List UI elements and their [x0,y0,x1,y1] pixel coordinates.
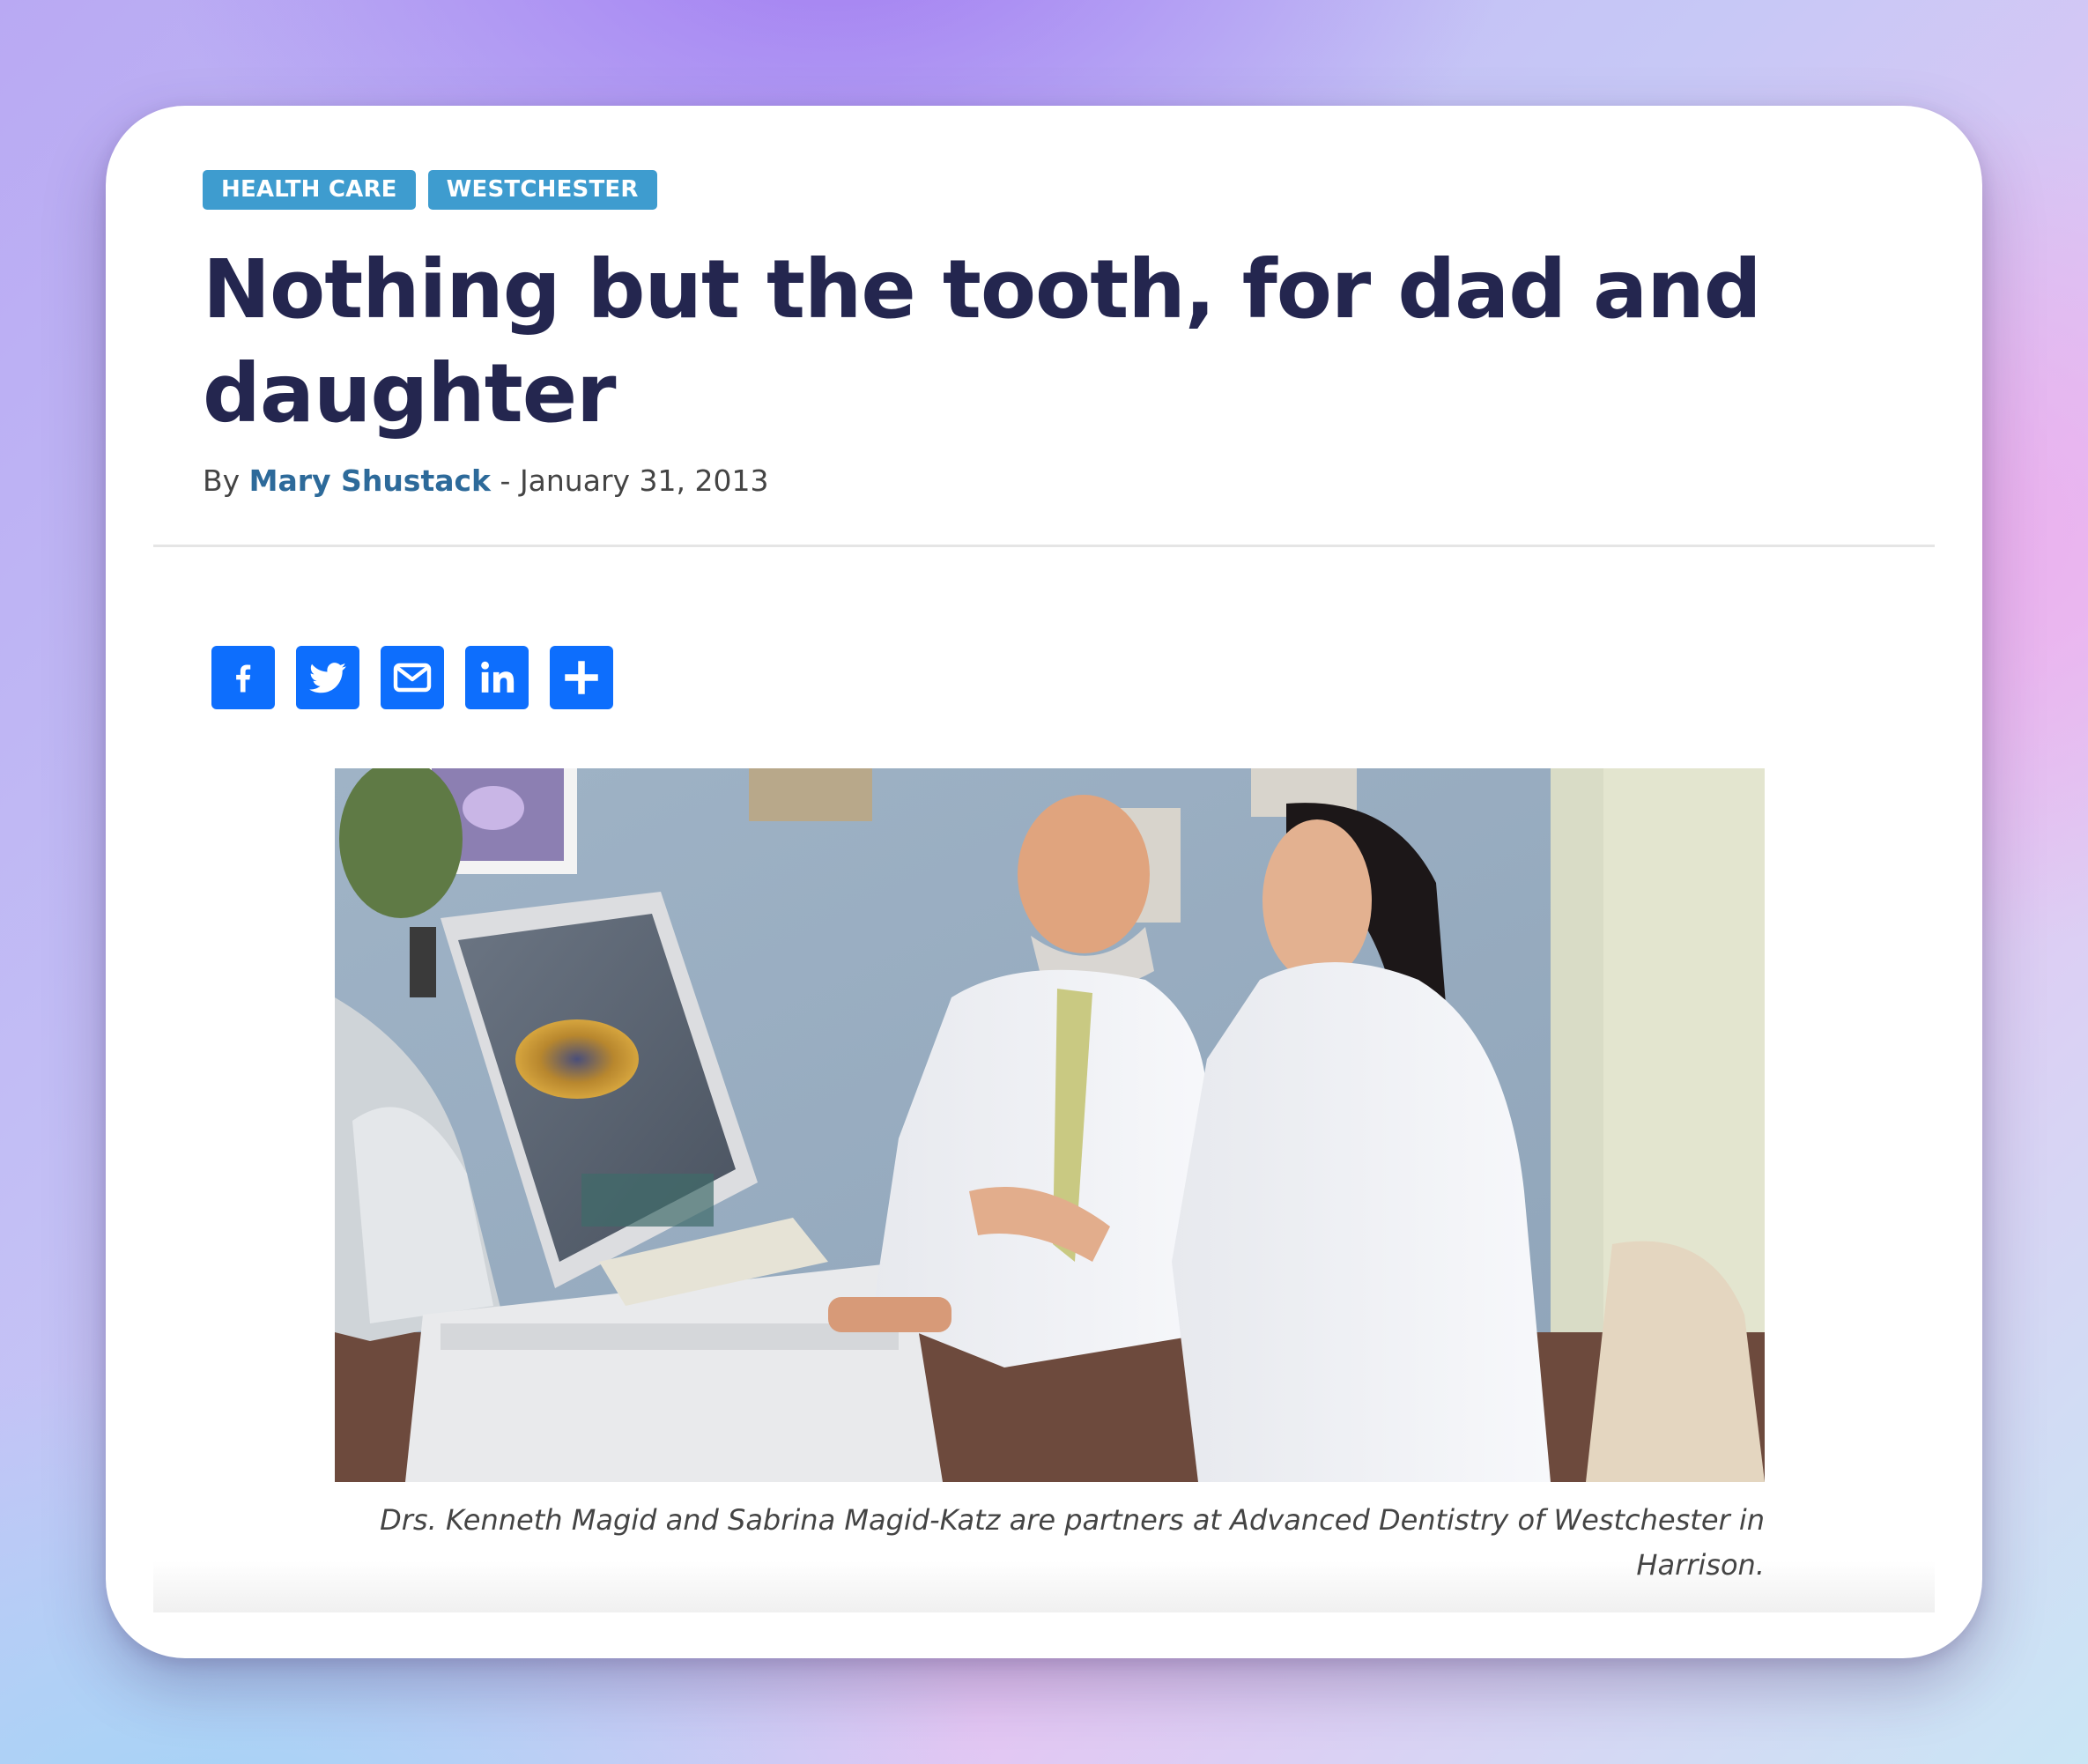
tag-westchester[interactable]: WESTCHESTER [427,170,657,210]
email-share-button[interactable] [381,646,444,709]
email-icon [393,663,432,693]
byline-prefix: By [203,463,241,498]
publish-date: January 31, 2013 [519,463,769,498]
facebook-icon [236,664,251,693]
twitter-share-button[interactable] [296,646,359,709]
tag-health-care[interactable]: HEALTH CARE [203,170,416,210]
article-card: HEALTH CARE WESTCHESTER Nothing but the … [106,106,1982,1658]
linkedin-icon [481,661,515,693]
article-headline: Nothing but the tooth, for dad and daugh… [203,242,1762,441]
twitter-icon [309,663,346,693]
byline-separator: - [500,463,511,498]
author-link[interactable]: Mary Shustack [249,463,491,498]
photo-caption: Drs. Kenneth Magid and Sabrina Magid-Kat… [380,1503,1765,1582]
article-photo [335,768,1765,1482]
facebook-share-button[interactable] [211,646,275,709]
share-button[interactable] [550,646,613,709]
category-tags: HEALTH CARE WESTCHESTER [203,170,657,210]
linkedin-share-button[interactable] [465,646,529,709]
divider [153,545,1935,547]
dentists-photo [335,768,1765,1482]
byline: By Mary Shustack - January 31, 2013 [203,463,768,498]
share-bar [211,646,613,709]
share-plus-icon [565,661,598,694]
